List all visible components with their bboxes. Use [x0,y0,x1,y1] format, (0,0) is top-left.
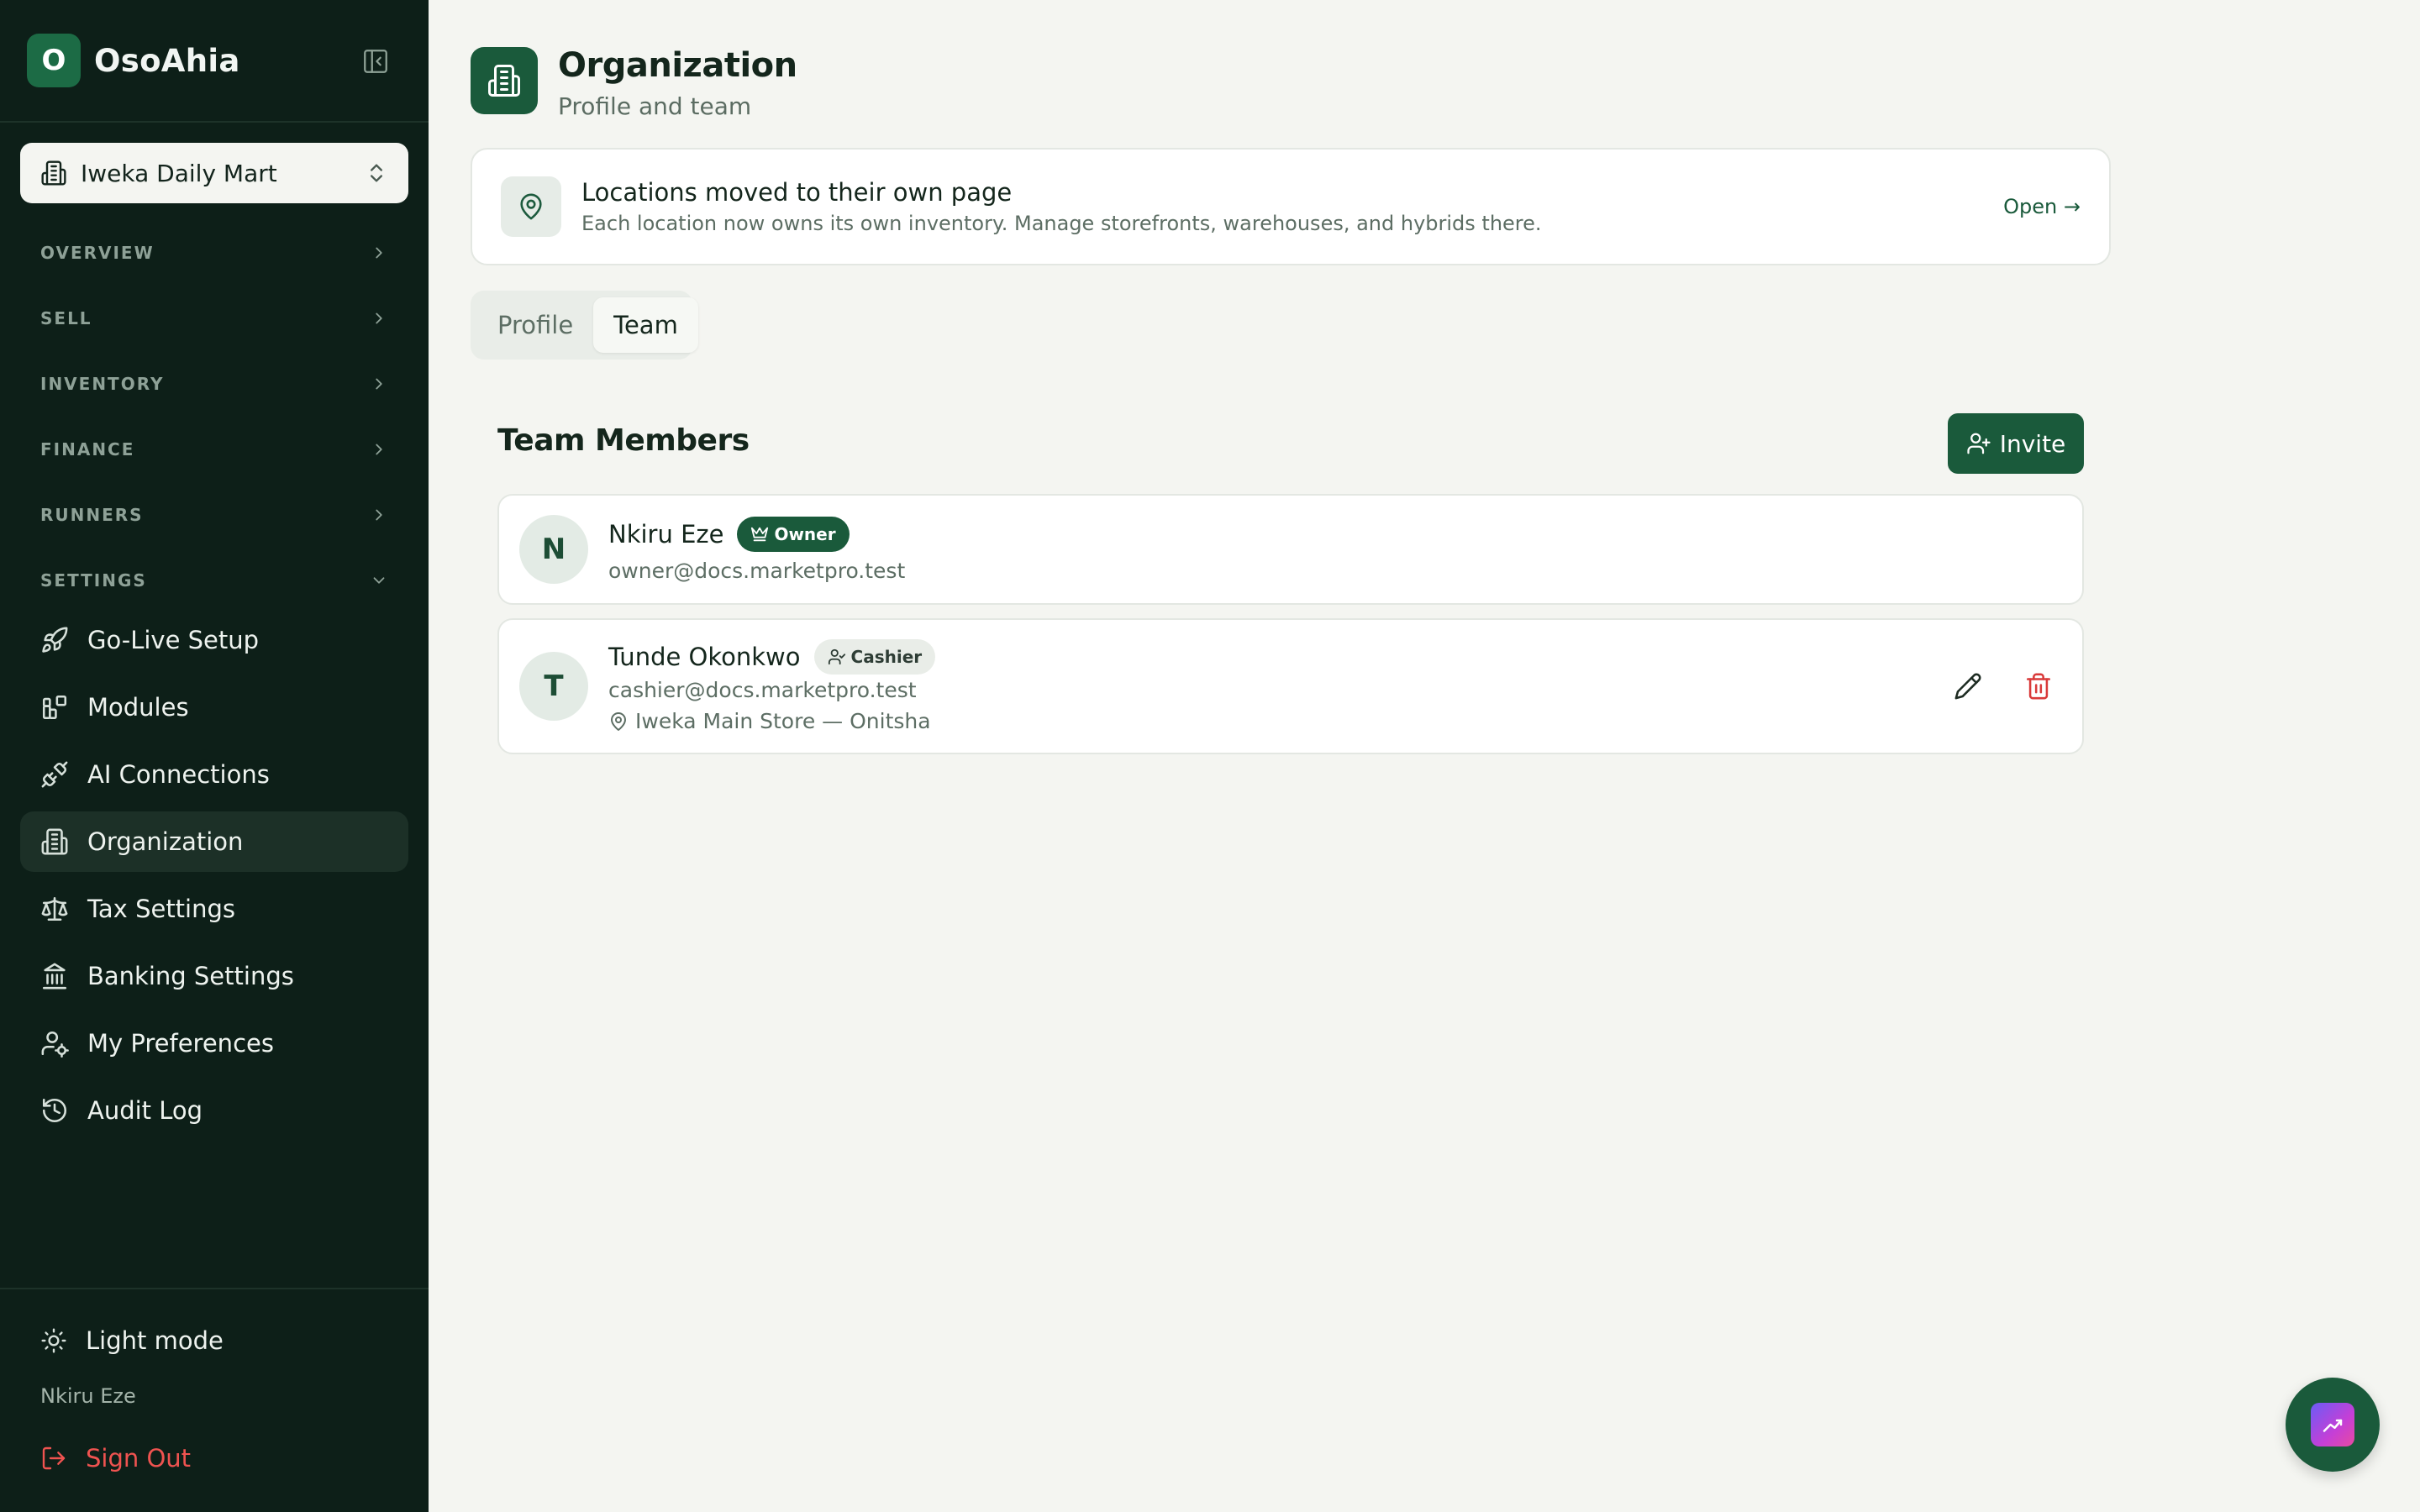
nav-group-label: OVERVIEW [40,243,155,263]
member-email: cashier@docs.marketpro.test [608,678,917,702]
sidebar-item-tax-settings[interactable]: Tax Settings [20,879,408,939]
notice-description: Each location now owns its own inventory… [581,212,1542,235]
sidebar-item-label: Tax Settings [87,895,236,923]
brand-name: OsoAhia [94,42,240,79]
nav-group-label: SETTINGS [40,570,147,591]
sidebar-item-ai-connections[interactable]: AI Connections [20,744,408,805]
store-switcher-label: Iweka Daily Mart [81,159,277,187]
nav-group-runners[interactable]: RUNNERS [20,491,408,538]
building-icon [471,47,538,114]
history-icon [42,1098,67,1123]
role-badge-owner: Owner [737,516,850,552]
avatar: T [519,652,588,721]
role-badge-cashier: Cashier [813,639,936,675]
sidebar-item-my-preferences[interactable]: My Preferences [20,1013,408,1074]
page-title: Organization [558,46,797,85]
notice-title: Locations moved to their own page [581,178,1013,207]
map-pin-icon [501,176,561,237]
locations-notice: Locations moved to their own page Each l… [471,148,2111,265]
sidebar-item-banking-settings[interactable]: Banking Settings [20,946,408,1006]
chevrons-up-down-icon [365,161,388,185]
member-location-label: Iweka Main Store — Onitsha [635,709,931,733]
sidebar-item-audit-log[interactable]: Audit Log [20,1080,408,1141]
sidebar-divider [0,121,429,123]
delete-member-button[interactable] [2015,663,2062,710]
sidebar-item-organization[interactable]: Organization [20,811,408,872]
chevron-right-icon [376,312,382,324]
trending-up-icon [2311,1403,2354,1446]
plug-icon [41,761,68,788]
sidebar-item-label: My Preferences [87,1029,274,1058]
user-check-icon [828,648,845,665]
pencil-icon [1954,673,1981,700]
chevron-down-icon [373,577,385,584]
page-subtitle: Profile and team [558,92,752,120]
sidebar-item-modules[interactable]: Modules [20,677,408,738]
user-settings-icon [41,1031,69,1058]
sidebar-item-label: Audit Log [87,1096,203,1125]
user-plus-icon [1967,433,1991,454]
sidebar: O OsoAhia Iweka Daily Mart OVERVIEW SELL… [0,0,429,1512]
theme-toggle-label: Light mode [86,1326,224,1355]
brand-logo: O [27,34,81,87]
sign-out-button[interactable]: Sign Out [20,1431,408,1485]
scale-icon [41,896,68,921]
analytics-fab-button[interactable] [2286,1378,2380,1472]
sidebar-item-go-live-setup[interactable]: Go-Live Setup [20,610,408,670]
nav-group-label: RUNNERS [40,505,144,525]
chevron-right-icon [376,378,382,390]
member-email: owner@docs.marketpro.test [608,558,906,583]
notice-open-link[interactable]: Open → [2003,195,2081,218]
sidebar-item-label: Banking Settings [87,962,294,990]
map-pin-icon [611,711,626,731]
team-member-row: N Nkiru Eze Owner owner@docs.marketpro.t… [497,494,2084,605]
tab-bar: Profile Team [471,291,698,360]
chevron-right-icon [376,247,382,259]
sidebar-divider [0,1288,429,1289]
member-name: Tunde Okonkwo [608,643,801,671]
page-header: Organization Profile and team [471,47,797,120]
member-name: Nkiru Eze [608,519,724,549]
rocket-icon [42,627,68,653]
bank-icon [42,963,67,990]
avatar: N [519,515,588,584]
tab-team[interactable]: Team [593,297,698,353]
member-location: Iweka Main Store — Onitsha [608,709,1944,733]
role-badge-label: Owner [774,523,836,544]
store-switcher[interactable]: Iweka Daily Mart [20,143,408,203]
trash-icon [2026,673,2051,700]
brand[interactable]: O OsoAhia [27,34,240,87]
modules-icon [42,695,67,720]
sidebar-item-label: Go-Live Setup [87,626,260,654]
sidebar-item-label: Modules [87,693,189,722]
team-members-title: Team Members [497,423,750,458]
sign-out-label: Sign Out [86,1444,192,1473]
nav-group-overview[interactable]: OVERVIEW [20,229,408,276]
invite-button-label: Invite [1999,429,2066,458]
log-out-icon [42,1446,66,1470]
chevron-right-icon [376,444,382,455]
building-icon [40,160,67,186]
nav-group-label: SELL [40,308,92,328]
team-member-row: T Tunde Okonkwo Cashier cashier@docs.mar… [497,618,2084,754]
nav-group-label: INVENTORY [40,374,165,394]
nav-group-label: FINANCE [40,439,135,459]
current-user-name: Nkiru Eze [40,1384,136,1408]
crown-icon [751,527,769,541]
nav-group-settings[interactable]: SETTINGS [20,557,408,604]
role-badge-label: Cashier [850,647,923,667]
nav-group-sell[interactable]: SELL [20,295,408,342]
invite-button[interactable]: Invite [1948,413,2084,474]
edit-member-button[interactable] [1944,663,1991,710]
building-icon [41,828,68,855]
sun-icon [41,1328,66,1353]
nav-group-inventory[interactable]: INVENTORY [20,360,408,407]
sidebar-item-label: AI Connections [87,760,270,789]
chevron-right-icon [376,509,382,521]
sidebar-collapse-icon[interactable] [361,47,390,76]
sidebar-item-label: Organization [87,827,244,856]
tab-profile[interactable]: Profile [477,297,593,353]
theme-toggle[interactable]: Light mode [20,1314,408,1368]
nav-group-finance[interactable]: FINANCE [20,426,408,473]
